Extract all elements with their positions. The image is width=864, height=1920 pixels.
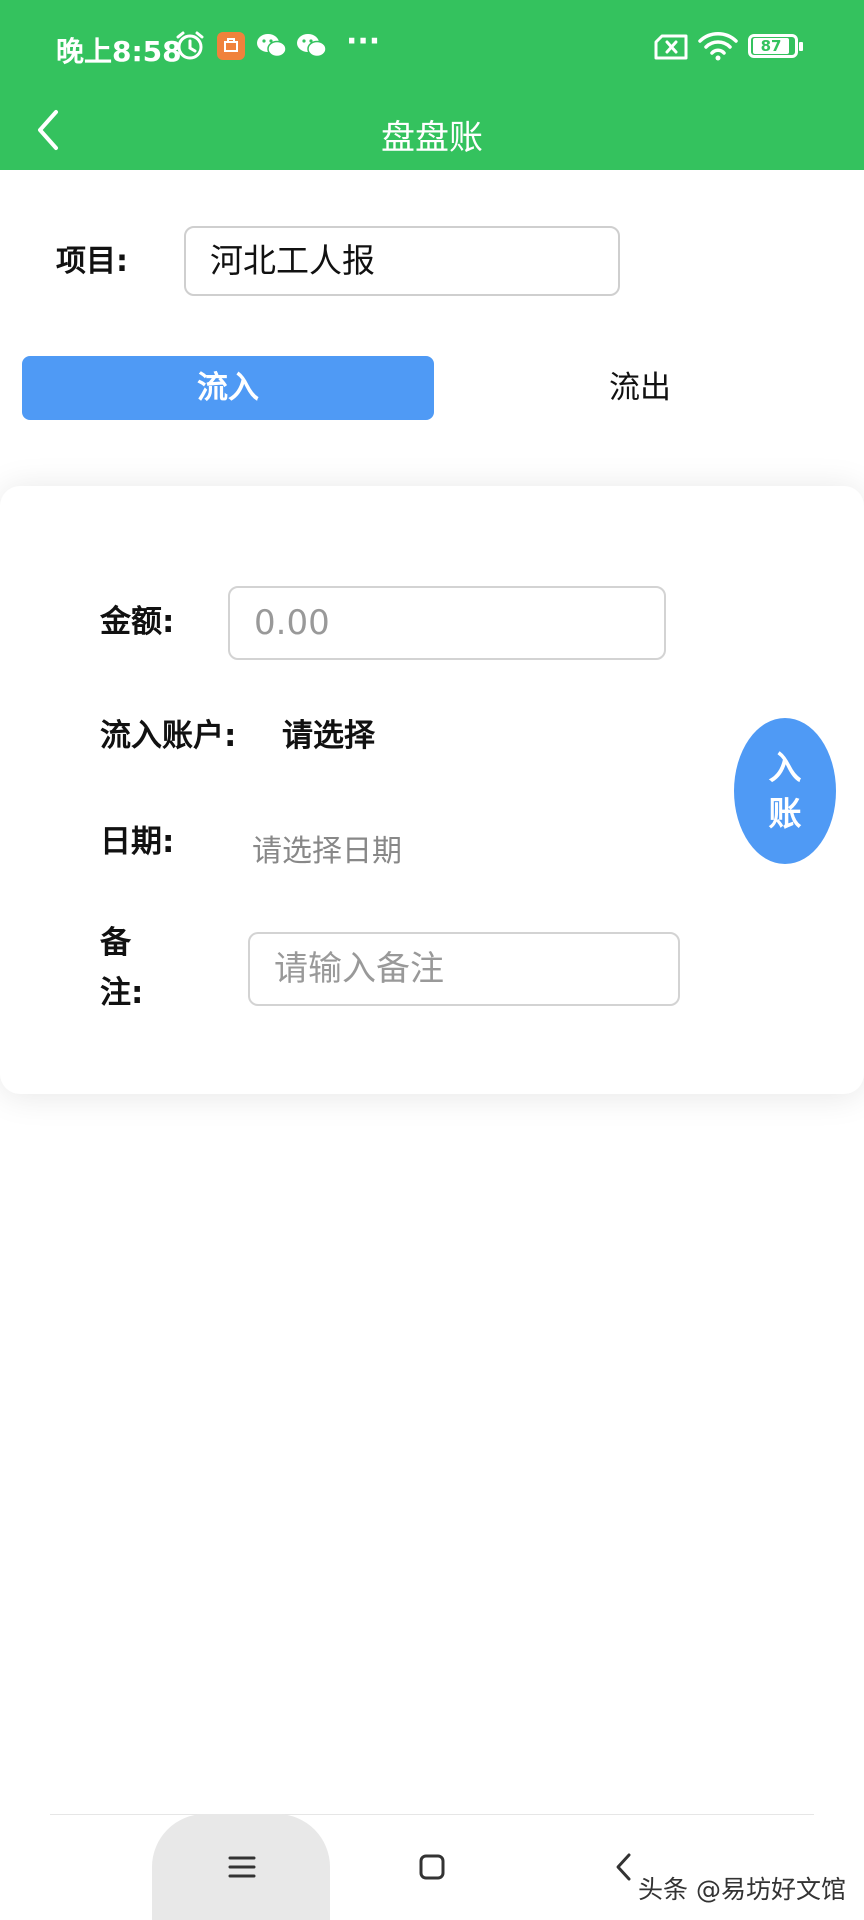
more-dots-icon: ··· — [346, 24, 381, 59]
status-bar: 晚上8:58 ··· 87 — [0, 0, 864, 98]
account-label: 流入账户: — [100, 718, 237, 754]
date-label: 日期: — [100, 824, 175, 860]
alarm-icon — [176, 31, 204, 60]
menu-icon — [228, 1856, 256, 1878]
nav-menu-button[interactable] — [212, 1842, 272, 1892]
nav-divider — [50, 1814, 814, 1815]
status-time: 晚上8:58 — [56, 35, 182, 68]
battery-level: 87 — [753, 38, 789, 54]
amount-label: 金额: — [100, 604, 175, 640]
app-notification-icon — [217, 32, 245, 60]
wechat-icon — [297, 34, 327, 58]
note-input[interactable]: 请输入备注 — [248, 932, 680, 1006]
tab-outflow[interactable]: 流出 — [434, 356, 846, 420]
nav-home-button[interactable] — [402, 1842, 462, 1892]
project-label: 项目: — [56, 244, 128, 279]
date-picker[interactable]: 请选择日期 — [252, 826, 402, 870]
tab-inflow[interactable]: 流入 — [22, 356, 434, 420]
app-header: 盘盘账 — [0, 98, 864, 170]
wifi-icon — [698, 32, 738, 61]
watermark: 头条 @易坊好文馆 — [638, 1875, 846, 1904]
battery-icon: 87 — [748, 34, 803, 58]
project-input[interactable]: 河北工人报 — [184, 226, 620, 296]
wechat-icon — [257, 34, 287, 58]
note-label: 备 注: — [100, 925, 144, 1011]
sim-icon — [654, 34, 688, 60]
home-square-icon — [419, 1854, 445, 1880]
account-select[interactable]: 请选择 — [282, 710, 375, 755]
amount-input[interactable]: 0.00 — [228, 586, 666, 660]
page-title: 盘盘账 — [381, 118, 483, 158]
nav-back-icon — [616, 1853, 631, 1881]
submit-entry-button[interactable]: 入 账 — [734, 718, 836, 864]
